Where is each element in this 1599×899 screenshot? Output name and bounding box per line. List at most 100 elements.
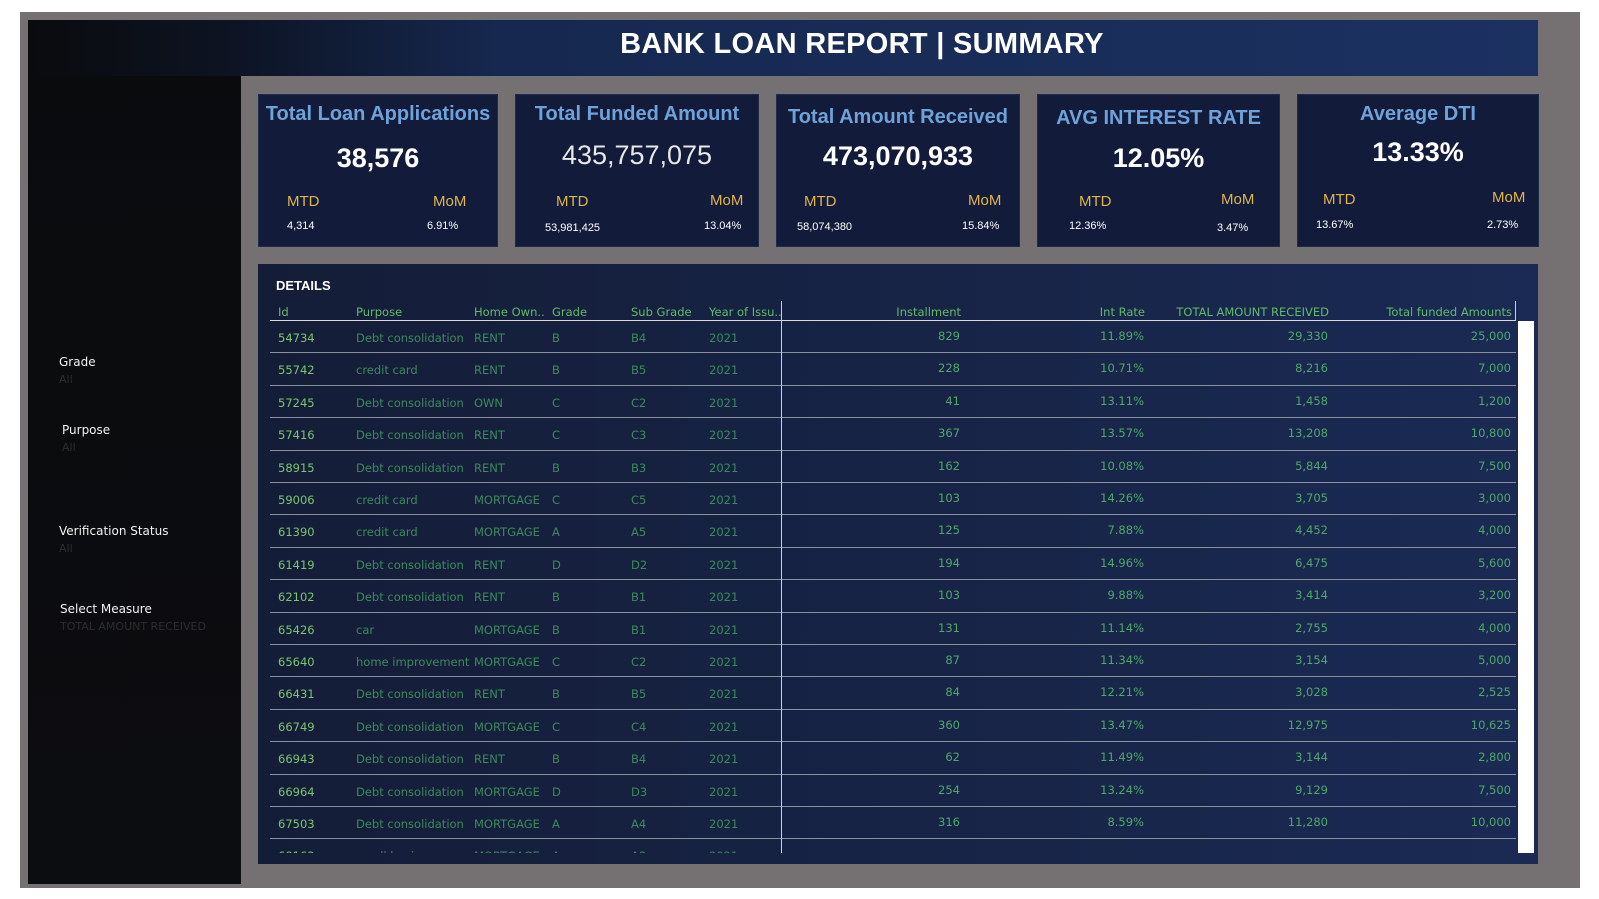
- cell-total-amount-received: 8,216: [1295, 361, 1328, 376]
- cell-int-rate: 13.24%: [1100, 782, 1144, 797]
- cell-total-funded: 10,625: [1470, 717, 1511, 732]
- cell-total-amount-received: 3,144: [1295, 750, 1328, 765]
- cell-installment: 41: [945, 393, 960, 408]
- cell-total-amount-received: 1,458: [1295, 393, 1328, 408]
- filter-value[interactable]: All: [62, 441, 110, 454]
- table-row[interactable]: 55742 credit card RENT B B5 2021 228 10.71% 8,21…: [270, 353, 1516, 386]
- cell-home-ownership: OWN: [474, 395, 504, 410]
- cell-int-rate: 13.57%: [1100, 426, 1144, 441]
- cell-total-amount-received: 6,475: [1295, 555, 1328, 570]
- filter-grade[interactable]: Grade All: [59, 355, 96, 386]
- kpi-mom-label: MoM: [433, 193, 467, 210]
- filter-select-measure[interactable]: Select Measure TOTAL AMOUNT RECEIVED: [60, 602, 206, 633]
- filter-purpose[interactable]: Purpose All: [62, 423, 110, 454]
- cell-home-ownership: MORTGAGE: [474, 849, 540, 853]
- kpi-mom-label: MoM: [710, 192, 744, 209]
- cell-year: 2021: [709, 719, 739, 734]
- table-row[interactable]: 58915 Debt consolidation RENT B B3 2021 162 10.…: [270, 451, 1516, 483]
- column-header-home-ownership[interactable]: Home Own..: [474, 305, 545, 319]
- cell-grade: B: [552, 331, 560, 345]
- cell-id: 62102: [278, 590, 315, 605]
- table-row[interactable]: 65426 car MORTGAGE B B1 2021 131 11.14% 2,755 4,0…: [270, 613, 1516, 645]
- column-header-installment[interactable]: Installment: [861, 305, 961, 319]
- cell-int-rate: 12.21%: [1100, 685, 1144, 700]
- table-row[interactable]: 62102 Debt consolidation RENT B B1 2021 103 9.8…: [270, 580, 1516, 613]
- table-row[interactable]: 65640 home improvement MORTGAGE C C2 2021 87 11…: [270, 645, 1516, 678]
- cell-grade: C: [552, 428, 561, 443]
- cell-year: 2021: [709, 687, 739, 702]
- cell-sub-grade: C3: [631, 428, 647, 443]
- column-header-sub-grade[interactable]: Sub Grade: [631, 305, 692, 319]
- column-header-total-funded-amounts[interactable]: Total funded Amounts: [1352, 305, 1512, 319]
- table-row[interactable]: 66943 Debt consolidation RENT B B4 2021 62 11.4…: [270, 742, 1516, 775]
- cell-year: 2021: [709, 363, 739, 378]
- cell-purpose: Debt consolidation: [356, 395, 464, 410]
- cell-sub-grade: B4: [631, 331, 647, 345]
- table-row[interactable]: 66431 Debt consolidation RENT B B5 2021 84 12.2…: [270, 677, 1516, 710]
- cell-grade: A: [552, 817, 560, 831]
- cell-purpose: Debt consolidation: [356, 817, 464, 831]
- cell-int-rate: 8.59%: [1107, 815, 1144, 829]
- column-header-int-rate[interactable]: Int Rate: [1045, 305, 1145, 319]
- cell-total-amount-received: 2,755: [1295, 620, 1328, 635]
- cell-sub-grade: D3: [631, 784, 648, 799]
- kpi-value: 435,757,075: [561, 140, 713, 170]
- column-header-purpose[interactable]: Purpose: [356, 305, 402, 319]
- cell-id: 66964: [278, 784, 315, 799]
- filter-value[interactable]: All: [59, 542, 168, 555]
- filter-value[interactable]: All: [59, 373, 96, 386]
- table-row[interactable]: 61390 credit card MORTGAGE A A5 2021 125 7.88% 4…: [270, 515, 1516, 548]
- cell-sub-grade: B5: [631, 687, 647, 702]
- cell-year: 2021: [709, 849, 738, 853]
- column-header-year-of-issue[interactable]: Year of Issu..: [709, 305, 782, 319]
- kpi-mom-label: MoM: [968, 192, 1002, 209]
- table-row[interactable]: 59006 credit card MORTGAGE C C5 2021 103 14.26%…: [270, 483, 1516, 516]
- filter-value[interactable]: TOTAL AMOUNT RECEIVED: [60, 620, 206, 633]
- cell-year: 2021: [709, 493, 739, 507]
- vertical-scrollbar[interactable]: [1518, 321, 1534, 853]
- column-header-id[interactable]: Id: [278, 305, 289, 319]
- table-row[interactable]: 57245 Debt consolidation OWN C C2 2021 41 13.11…: [270, 386, 1516, 419]
- kpi-title: AVG INTEREST RATE: [1056, 107, 1261, 129]
- table-row[interactable]: 67503 Debt consolidation MORTGAGE A A4 2021 31…: [270, 807, 1516, 840]
- cell-grade: C: [552, 719, 561, 734]
- kpi-title: Total Amount Received: [787, 106, 1009, 128]
- cell-total-amount-received: 3,705: [1295, 491, 1328, 505]
- cell-id: 66943: [278, 752, 315, 767]
- cell-total-funded: 5,600: [1478, 555, 1511, 570]
- cell-int-rate: 13.47%: [1100, 717, 1144, 732]
- cell-home-ownership: RENT: [474, 752, 505, 767]
- filter-verification-status[interactable]: Verification Status All: [59, 524, 168, 555]
- table-row[interactable]: 54734 Debt consolidation RENT B B4 2021 829 11.…: [270, 321, 1516, 354]
- cell-total-amount-received: 3,154: [1295, 653, 1328, 667]
- table-row[interactable]: 66964 Debt consolidation MORTGAGE D D3 2021 25…: [270, 775, 1516, 807]
- table-row[interactable]: 57416 Debt consolidation RENT C C3 2021 367 13.…: [270, 418, 1516, 451]
- kpi-mtd-label: MTD: [287, 193, 320, 210]
- cell-purpose: car: [356, 622, 375, 637]
- cell-home-ownership: RENT: [474, 331, 505, 345]
- table-row[interactable]: 66749 Debt consolidation MORTGAGE C C4 2021 36…: [270, 710, 1516, 743]
- table-row[interactable]: 61419 Debt consolidation RENT D D2 2021 194 14.…: [270, 548, 1516, 581]
- kpi-mtd-value: 12.36%: [1069, 220, 1107, 232]
- kpi-total-funded-amount: Total Funded Amount 435,757,075 MTD MoM …: [515, 94, 759, 247]
- column-header-grade[interactable]: Grade: [552, 305, 587, 319]
- cell-purpose: Debt consolidation: [356, 460, 464, 475]
- cell-sub-grade: A5: [631, 525, 647, 540]
- kpi-total-amount-received: Total Amount Received 473,070,933 MTD Mo…: [776, 94, 1020, 247]
- cell-home-ownership: RENT: [474, 557, 505, 572]
- kpi-total-loan-applications: Total Loan Applications 38,576 MTD MoM 4…: [258, 94, 498, 247]
- cell-purpose: Debt consolidation: [356, 784, 464, 799]
- filter-sidebar: [28, 20, 241, 884]
- kpi-title: Total Loan Applications: [265, 103, 491, 125]
- table-row[interactable]: 68163 small business MORTGAGE A A3 2021: [270, 839, 1516, 853]
- cell-total-amount-received: 13,208: [1287, 426, 1328, 441]
- cell-purpose: credit card: [356, 525, 418, 540]
- kpi-mtd-value: 4,314: [287, 220, 315, 232]
- page-title: BANK LOAN REPORT | SUMMARY: [620, 28, 1104, 60]
- cell-home-ownership: RENT: [474, 428, 505, 443]
- details-table-body[interactable]: 54734 Debt consolidation RENT B B4 2021 829 11.…: [270, 321, 1516, 853]
- cell-id: 66431: [278, 687, 315, 702]
- column-header-total-amount-received[interactable]: TOTAL AMOUNT RECEIVED: [1149, 305, 1329, 319]
- cell-home-ownership: MORTGAGE: [474, 784, 540, 799]
- cell-year: 2021: [709, 817, 739, 831]
